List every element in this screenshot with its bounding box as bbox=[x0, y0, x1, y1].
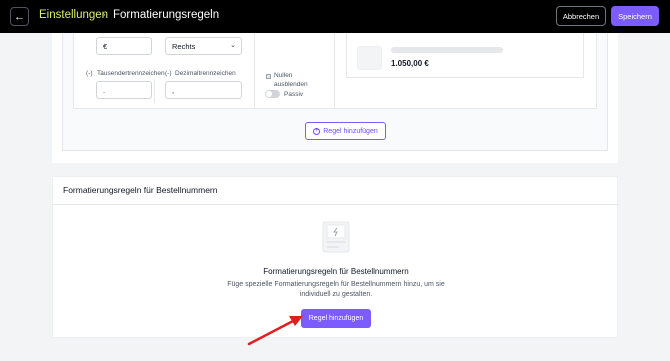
hide-zeros-label: Nullen ausblenden bbox=[274, 72, 308, 88]
product-image-placeholder bbox=[357, 46, 382, 70]
rule-editor: € Rechts ⌄ (-) Tausendertrennzeichen (-)… bbox=[73, 33, 597, 109]
thousands-separator-label: Tausendertrennzeichen bbox=[97, 70, 165, 77]
add-rule-button[interactable]: Regel hinzufügen bbox=[301, 309, 371, 328]
add-rule-outline-button[interactable]: + Regel hinzufügen bbox=[305, 122, 386, 140]
currency-position-value: Rechts bbox=[172, 41, 196, 51]
order-number-rules-card: Formatierungsregeln für Bestellnummern F… bbox=[52, 176, 619, 338]
preview-price: 1.050,00 € bbox=[391, 59, 429, 68]
bracket-icon: (-) bbox=[86, 70, 93, 77]
document-icon bbox=[322, 221, 350, 253]
formatting-rules-card: € Rechts ⌄ (-) Tausendertrennzeichen (-)… bbox=[52, 33, 618, 163]
toggle-knob bbox=[266, 91, 272, 97]
annotation-arrow-icon bbox=[247, 316, 303, 346]
breadcrumb-settings[interactable]: Einstellungen bbox=[39, 9, 108, 21]
page-title: Formatierungsregeln bbox=[113, 9, 220, 21]
cancel-button[interactable]: Abbrechen bbox=[556, 6, 606, 26]
empty-state-title: Formatierungsregeln für Bestellnummern bbox=[263, 267, 409, 276]
arrow-left-icon: ← bbox=[14, 10, 25, 23]
top-bar: ← Einstellungen › Formatierungsregeln Ab… bbox=[0, 0, 670, 33]
bracket-icon: (-) bbox=[165, 70, 172, 77]
decimal-separator-label: Dezimaltrennzeichen bbox=[175, 70, 236, 77]
currency-symbol-input[interactable]: € bbox=[96, 37, 152, 55]
back-button[interactable]: ← bbox=[10, 7, 29, 26]
breadcrumb-separator: › bbox=[102, 9, 106, 21]
plus-circle-icon: + bbox=[313, 127, 321, 135]
divider bbox=[53, 204, 619, 205]
section-title: Formatierungsregeln für Bestellnummern bbox=[63, 185, 218, 195]
rule-panel: € Rechts ⌄ (-) Tausendertrennzeichen (-)… bbox=[62, 33, 608, 151]
hide-zeros-checkbox[interactable] bbox=[266, 74, 271, 79]
divider bbox=[154, 79, 155, 103]
passive-label: Passiv bbox=[284, 91, 304, 98]
currency-position-select[interactable]: Rechts ⌄ bbox=[165, 37, 242, 55]
add-rule-label: Regel hinzufügen bbox=[323, 127, 378, 135]
thousands-separator-input[interactable]: . bbox=[96, 81, 152, 99]
passive-toggle[interactable] bbox=[265, 90, 280, 98]
empty-state-description: Füge spezielle Formatierungsregeln für B… bbox=[227, 281, 445, 298]
chevron-down-icon: ⌄ bbox=[230, 42, 236, 49]
format-preview: 1.050,00 € bbox=[346, 33, 584, 78]
divider bbox=[334, 33, 335, 109]
divider bbox=[254, 33, 255, 109]
product-name-placeholder bbox=[391, 47, 503, 53]
save-button[interactable]: Speichern bbox=[611, 6, 659, 26]
decimal-separator-input[interactable]: , bbox=[165, 81, 242, 99]
